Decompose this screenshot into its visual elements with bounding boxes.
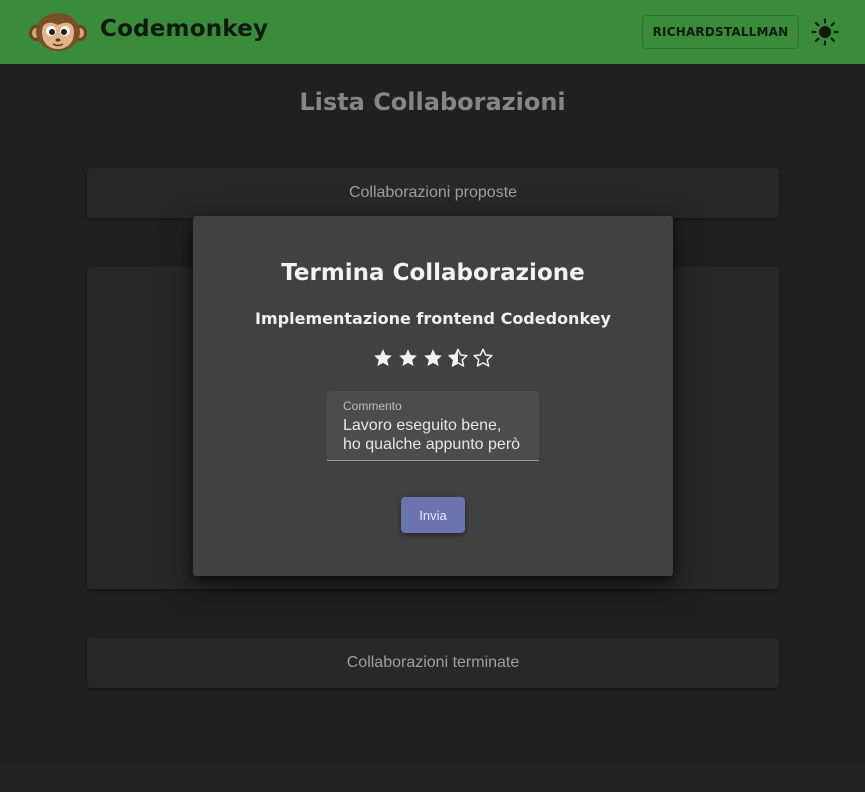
star-full-icon[interactable] [372, 347, 394, 369]
monkey-logo-icon[interactable] [28, 12, 88, 52]
comment-label: Commento [343, 399, 402, 413]
comment-textarea[interactable]: Lavoro eseguito bene, ho qualche appunto… [343, 416, 523, 456]
star-empty-icon[interactable] [472, 347, 494, 369]
star-full-icon[interactable] [422, 347, 444, 369]
comment-field[interactable]: Commento Lavoro eseguito bene, ho qualch… [327, 391, 539, 461]
theme-toggle-sun-icon[interactable] [810, 17, 840, 47]
app-root: Codemonkey RICHARDSTALLMAN Lista Collabo… [0, 0, 865, 792]
brand-name[interactable]: Codemonkey [100, 16, 268, 42]
rating-stars[interactable] [372, 347, 494, 371]
star-half-icon[interactable] [447, 347, 469, 369]
user-menu-button[interactable]: RICHARDSTALLMAN [642, 15, 799, 49]
app-header: Codemonkey RICHARDSTALLMAN [0, 0, 865, 64]
submit-button[interactable]: Invia [401, 497, 465, 533]
dialog-title: Termina Collaborazione [281, 260, 585, 286]
star-full-icon[interactable] [397, 347, 419, 369]
project-name: Implementazione frontend Codedonkey [255, 309, 611, 328]
end-collaboration-dialog: Termina Collaborazione Implementazione f… [193, 216, 673, 576]
